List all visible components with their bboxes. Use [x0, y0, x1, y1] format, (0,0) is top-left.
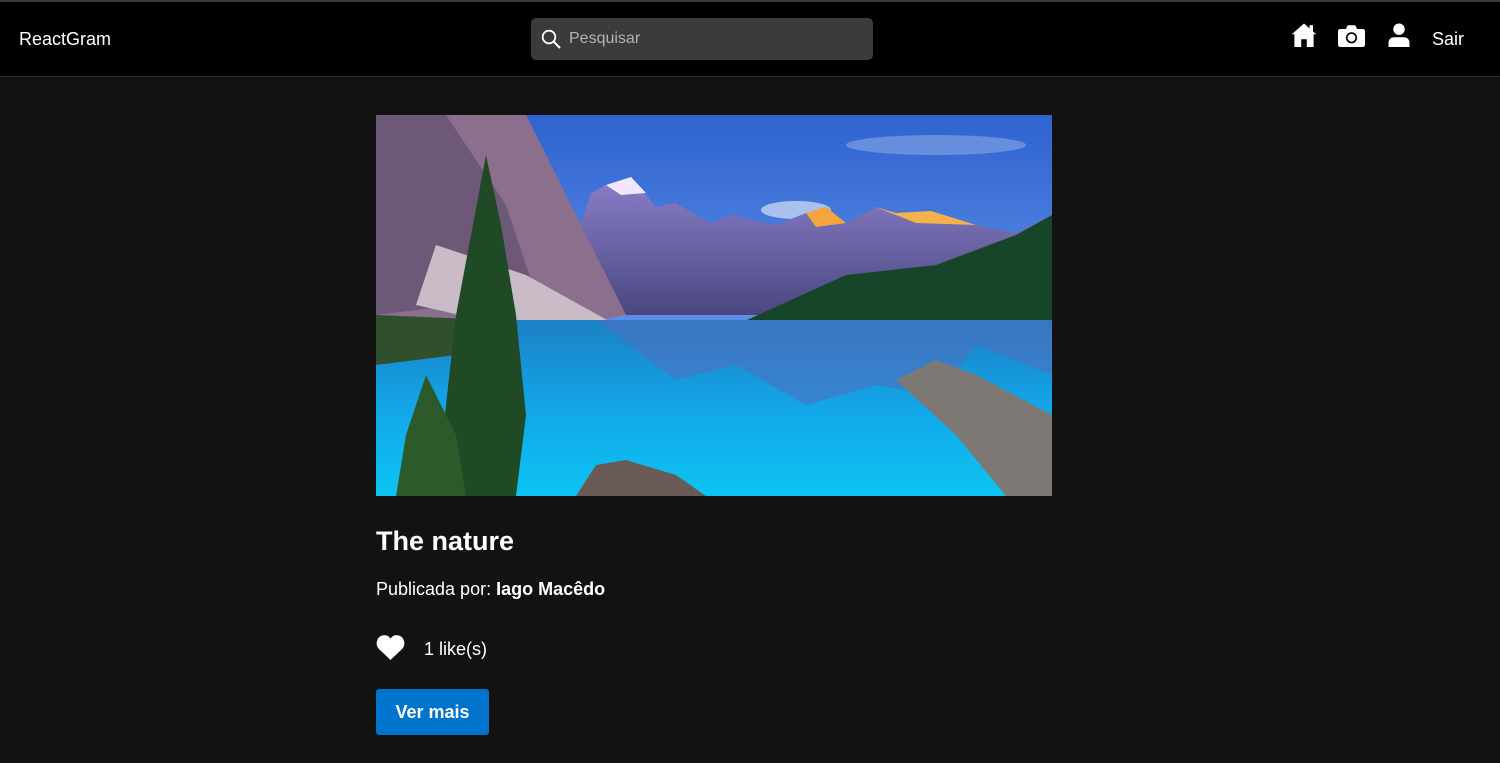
author-name: Iago Macêdo: [496, 579, 606, 599]
see-more-button[interactable]: Ver mais: [376, 689, 489, 735]
camera-icon[interactable]: [1337, 24, 1366, 48]
search-box[interactable]: [531, 18, 873, 60]
search-input[interactable]: [569, 18, 865, 60]
home-icon[interactable]: [1291, 22, 1317, 48]
logout-button[interactable]: Sair: [1432, 29, 1464, 49]
heart-icon[interactable]: [376, 634, 405, 661]
search-icon: [541, 29, 561, 49]
post-card: The nature Publicada por: Iago Macêdo 1 …: [376, 115, 1052, 735]
user-icon[interactable]: [1388, 23, 1410, 47]
author-prefix: Publicada por:: [376, 579, 492, 599]
navbar: ReactGram Sair: [0, 2, 1500, 77]
like-count: 1 like(s): [424, 639, 488, 659]
landscape-photo-illustration: [376, 115, 1052, 496]
like-row: 1 like(s): [376, 633, 576, 663]
post-photo[interactable]: [376, 115, 1052, 496]
post-title: The nature: [376, 526, 515, 556]
post-author-line: Publicada por: Iago Macêdo: [376, 579, 605, 599]
brand-logo-link[interactable]: ReactGram: [19, 29, 111, 49]
